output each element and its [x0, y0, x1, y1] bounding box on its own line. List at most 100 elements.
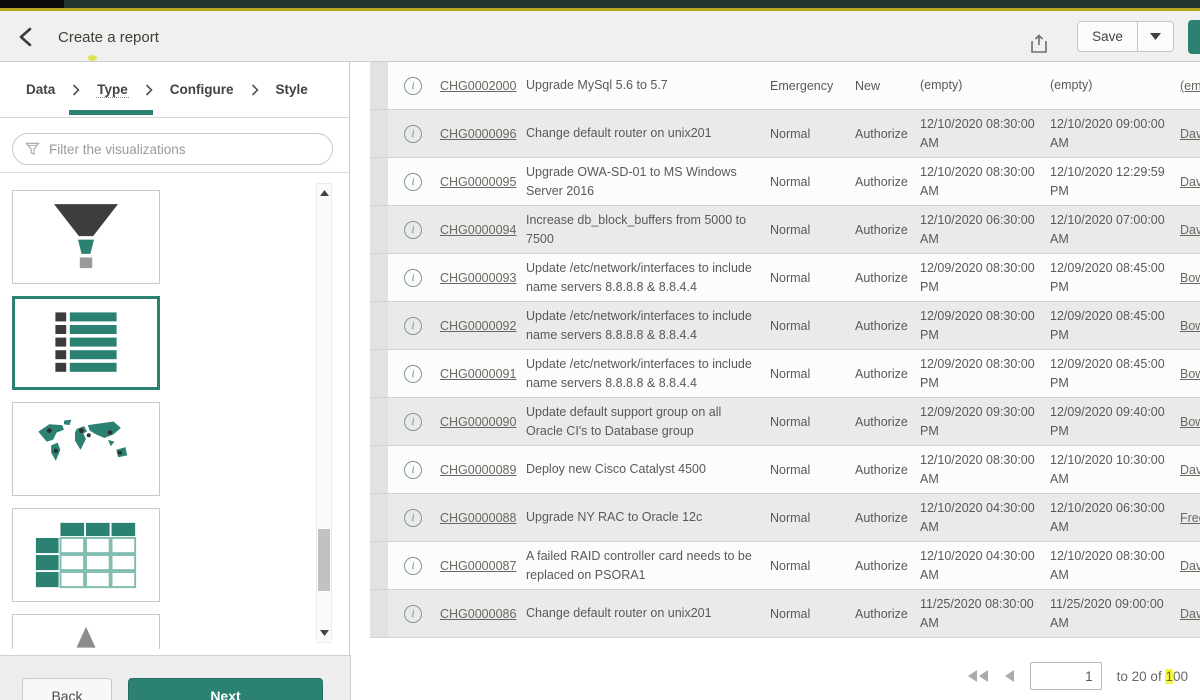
change-number-link[interactable]: CHG0000095 [440, 175, 516, 189]
change-number-link[interactable]: CHG0000090 [440, 415, 516, 429]
state-cell: New [850, 79, 916, 93]
first-page-icon[interactable] [967, 670, 989, 682]
back-button[interactable]: Back [22, 678, 112, 700]
info-icon[interactable]: i [404, 125, 422, 143]
info-icon[interactable]: i [404, 605, 422, 623]
row-gutter [370, 302, 388, 349]
change-number-link[interactable]: CHG0000089 [440, 463, 516, 477]
table-row[interactable]: i CHG0002000 Upgrade MySql 5.6 to 5.7 Em… [370, 62, 1200, 110]
sidebar-scrollbar[interactable] [316, 183, 332, 643]
change-number-link[interactable]: CHG0000092 [440, 319, 516, 333]
table-row[interactable]: i CHG0000091 Update /etc/network/interfa… [370, 350, 1200, 398]
table-row[interactable]: i CHG0000089 Deploy new Cisco Catalyst 4… [370, 446, 1200, 494]
viz-thumbnail-table[interactable] [12, 508, 160, 602]
info-icon[interactable]: i [404, 173, 422, 191]
short-description: Change default router on unix201 [526, 124, 764, 143]
change-number-link[interactable]: CHG0000093 [440, 271, 516, 285]
start-date-cell: 12/09/2020 09:30:00 PM [916, 403, 1044, 441]
priority-cell: Normal [764, 559, 850, 573]
state-cell: Authorize [850, 607, 916, 621]
start-date-cell: 11/25/2020 08:30:00 AM [916, 595, 1044, 633]
step-data[interactable]: Data [25, 82, 56, 97]
table-row[interactable]: i CHG0000093 Update /etc/network/interfa… [370, 254, 1200, 302]
table-row[interactable]: i CHG0000096 Change default router on un… [370, 110, 1200, 158]
assigned-link[interactable]: David [1180, 559, 1200, 573]
row-range-label: to 20 of 100 [1117, 669, 1188, 684]
page-number-input[interactable] [1030, 662, 1102, 690]
end-date-cell: 12/09/2020 08:45:00 PM [1044, 259, 1174, 297]
viz-thumbnail-list[interactable] [12, 296, 160, 390]
table-row[interactable]: i CHG0000095 Upgrade OWA-SD-01 to MS Win… [370, 158, 1200, 206]
assigned-link[interactable]: David [1180, 127, 1200, 141]
info-icon[interactable]: i [404, 413, 422, 431]
assigned-link[interactable]: Bow [1180, 367, 1200, 381]
table-row[interactable]: i CHG0000090 Update default support grou… [370, 398, 1200, 446]
change-number-link[interactable]: CHG0000086 [440, 607, 516, 621]
back-chevron-icon[interactable] [16, 26, 38, 48]
info-icon[interactable]: i [404, 269, 422, 287]
assigned-link[interactable]: Fred [1180, 511, 1200, 525]
change-number-link[interactable]: CHG0002000 [440, 79, 516, 93]
save-dropdown-button[interactable] [1137, 22, 1173, 51]
short-description: Deploy new Cisco Catalyst 4500 [526, 460, 764, 479]
end-date-cell: 12/09/2020 08:45:00 PM [1044, 355, 1174, 393]
assigned-link[interactable]: Bow [1180, 271, 1200, 285]
change-number-link[interactable]: CHG0000094 [440, 223, 516, 237]
change-number-link[interactable]: CHG0000088 [440, 511, 516, 525]
clipped-right-button[interactable] [1188, 20, 1200, 54]
table-row[interactable]: i CHG0000094 Increase db_block_buffers f… [370, 206, 1200, 254]
step-style[interactable]: Style [275, 82, 309, 97]
info-icon[interactable]: i [404, 317, 422, 335]
table-row[interactable]: i CHG0000092 Update /etc/network/interfa… [370, 302, 1200, 350]
table-row[interactable]: i CHG0000087 A failed RAID controller ca… [370, 542, 1200, 590]
short-description: Upgrade MySql 5.6 to 5.7 [526, 76, 764, 95]
end-date-cell: 12/10/2020 08:30:00 AM [1044, 547, 1174, 585]
share-icon[interactable] [1028, 33, 1050, 55]
viz-thumbnail-pyramid[interactable] [12, 614, 160, 649]
info-icon[interactable]: i [404, 461, 422, 479]
scroll-down-icon[interactable] [317, 626, 331, 640]
info-icon[interactable]: i [404, 557, 422, 575]
assigned-link[interactable]: (empty) [1180, 79, 1200, 93]
change-number-link[interactable]: CHG0000087 [440, 559, 516, 573]
state-cell: Authorize [850, 415, 916, 429]
assigned-link[interactable]: David [1180, 175, 1200, 189]
info-icon[interactable]: i [404, 365, 422, 383]
viz-thumbnail-funnel[interactable] [12, 190, 160, 284]
assigned-link[interactable]: Bow [1180, 415, 1200, 429]
start-date-cell: 12/09/2020 08:30:00 PM [916, 355, 1044, 393]
cursor-highlight-artifact [88, 55, 97, 61]
save-split-button: Save [1077, 21, 1174, 52]
save-button[interactable]: Save [1078, 22, 1137, 51]
state-cell: Authorize [850, 367, 916, 381]
end-date-cell: 12/09/2020 09:40:00 PM [1044, 403, 1174, 441]
step-configure[interactable]: Configure [169, 82, 235, 97]
info-icon[interactable]: i [404, 77, 422, 95]
assigned-link[interactable]: David [1180, 223, 1200, 237]
start-date-cell: 12/10/2020 04:30:00 AM [916, 499, 1044, 537]
row-gutter [370, 542, 388, 589]
end-date-cell: 11/25/2020 09:00:00 AM [1044, 595, 1174, 633]
change-number-link[interactable]: CHG0000091 [440, 367, 516, 381]
step-type[interactable]: Type [96, 82, 129, 98]
list-chart-icon [41, 309, 131, 377]
viz-thumbnail-map[interactable] [12, 402, 160, 496]
change-number-link[interactable]: CHG0000096 [440, 127, 516, 141]
info-icon[interactable]: i [404, 221, 422, 239]
next-button[interactable]: Next [128, 678, 323, 700]
scrollbar-thumb[interactable] [318, 529, 330, 591]
table-row[interactable]: i CHG0000088 Upgrade NY RAC to Oracle 12… [370, 494, 1200, 542]
info-icon[interactable]: i [404, 509, 422, 527]
assigned-link[interactable]: Bow [1180, 319, 1200, 333]
previous-page-icon[interactable] [1004, 670, 1015, 682]
scroll-up-icon[interactable] [317, 186, 331, 200]
top-strip-black-segment [0, 0, 64, 8]
short-description: Update /etc/network/interfaces to includ… [526, 355, 764, 393]
assigned-link[interactable]: David [1180, 607, 1200, 621]
short-description: Update /etc/network/interfaces to includ… [526, 307, 764, 345]
assigned-link[interactable]: David [1180, 463, 1200, 477]
row-gutter [370, 206, 388, 253]
filter-input[interactable] [49, 142, 320, 157]
state-cell: Authorize [850, 319, 916, 333]
table-row[interactable]: i CHG0000086 Change default router on un… [370, 590, 1200, 638]
